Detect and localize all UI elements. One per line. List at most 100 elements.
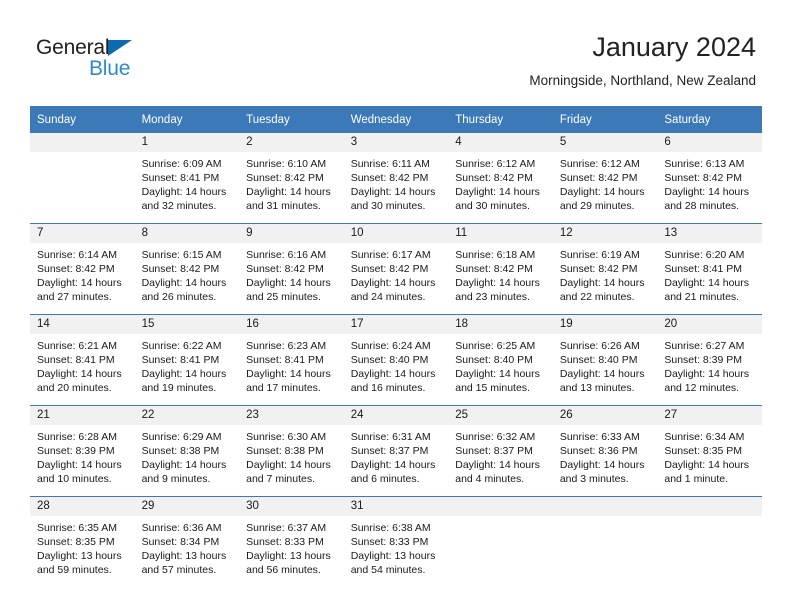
day-number: 3 — [343, 133, 449, 152]
calendar-day-cell[interactable]: 26 Sunrise: 6:33 AM Sunset: 8:36 PM Dayligh… — [552, 405, 658, 497]
daylight-text-line1: Daylight: 14 hours — [37, 459, 122, 471]
day-details: Sunrise: 6:13 AM Sunset: 8:42 PM Daylight:… — [657, 152, 762, 213]
day-number: 7 — [30, 224, 135, 243]
daylight-text-line1: Daylight: 14 hours — [350, 186, 436, 198]
calendar-day-cell[interactable]: 15 Sunrise: 6:22 AM Sunset: 8:41 PM Dayligh… — [134, 314, 240, 406]
calendar-day-cell[interactable]: 14 Sunrise: 6:21 AM Sunset: 8:41 PM Dayligh… — [30, 314, 135, 406]
day-number: 25 — [448, 406, 553, 425]
day-details: Sunrise: 6:21 AM Sunset: 8:41 PM Daylight:… — [30, 334, 135, 395]
day-details: Sunrise: 6:27 AM Sunset: 8:39 PM Daylight:… — [657, 334, 762, 395]
calendar-day-cell[interactable]: 24 Sunrise: 6:31 AM Sunset: 8:37 PM Dayligh… — [343, 405, 449, 497]
calendar-day-cell[interactable]: 7 Sunrise: 6:14 AM Sunset: 8:42 PM Daylight… — [30, 223, 135, 315]
sunset-text: Sunset: 8:42 PM — [559, 263, 638, 275]
calendar-day-cell[interactable]: 21 Sunrise: 6:28 AM Sunset: 8:39 PM Dayligh… — [30, 405, 135, 497]
calendar-day-cell[interactable]: 18 Sunrise: 6:25 AM Sunset: 8:40 PM Dayligh… — [448, 314, 553, 406]
sunrise-text: Sunrise: 6:21 AM — [37, 340, 117, 352]
calendar-day-cell[interactable]: 11 Sunrise: 6:18 AM Sunset: 8:42 PM Dayligh… — [448, 223, 553, 315]
daylight-text-line2: and 16 minutes. — [350, 382, 426, 394]
day-details: Sunrise: 6:09 AM Sunset: 8:41 PM Daylight:… — [135, 152, 240, 213]
calendar-day-cell[interactable]: 4 Sunrise: 6:12 AM Sunset: 8:42 PM Daylight… — [448, 133, 553, 224]
calendar-day-cell[interactable]: 16 Sunrise: 6:23 AM Sunset: 8:41 PM Dayligh… — [239, 314, 344, 406]
calendar-day-cell[interactable]: 28 Sunrise: 6:35 AM Sunset: 8:35 PM Dayligh… — [30, 496, 135, 587]
calendar-day-cell[interactable]: 12 Sunrise: 6:19 AM Sunset: 8:42 PM Dayligh… — [552, 223, 658, 315]
daylight-text-line2: and 22 minutes. — [559, 291, 635, 303]
daylight-text-line1: Daylight: 14 hours — [559, 368, 645, 380]
calendar-day-cell[interactable]: 9 Sunrise: 6:16 AM Sunset: 8:42 PM Daylight… — [239, 223, 344, 315]
sunset-text: Sunset: 8:42 PM — [141, 263, 220, 275]
sunset-text: Sunset: 8:34 PM — [141, 536, 220, 548]
sunset-text: Sunset: 8:42 PM — [350, 263, 429, 275]
calendar-body: 1 Sunrise: 6:09 AM Sunset: 8:41 PM Daylight… — [30, 133, 762, 587]
sunset-text: Sunset: 8:40 PM — [350, 354, 429, 366]
sunrise-text: Sunrise: 6:35 AM — [37, 522, 117, 534]
sunrise-text: Sunrise: 6:18 AM — [455, 249, 536, 261]
calendar-day-cell[interactable]: 2 Sunrise: 6:10 AM Sunset: 8:42 PM Daylight… — [239, 133, 344, 224]
daylight-text-line2: and 32 minutes. — [141, 200, 217, 212]
sunrise-text: Sunrise: 6:20 AM — [664, 249, 745, 261]
day-number: 4 — [448, 133, 553, 152]
calendar-day-cell[interactable]: 8 Sunrise: 6:15 AM Sunset: 8:42 PM Daylight… — [134, 223, 240, 315]
calendar-day-cell[interactable]: 23 Sunrise: 6:30 AM Sunset: 8:38 PM Dayligh… — [239, 405, 344, 497]
daylight-text-line1: Daylight: 14 hours — [664, 459, 750, 471]
calendar-day-cell[interactable]: 30 Sunrise: 6:37 AM Sunset: 8:33 PM Dayligh… — [239, 496, 344, 587]
day-details: Sunrise: 6:35 AM Sunset: 8:35 PM Daylight:… — [30, 516, 135, 577]
calendar-day-cell[interactable]: 22 Sunrise: 6:29 AM Sunset: 8:38 PM Dayligh… — [134, 405, 240, 497]
sunrise-text: Sunrise: 6:28 AM — [37, 431, 117, 443]
daylight-text-line1: Daylight: 14 hours — [246, 459, 331, 471]
sunrise-text: Sunrise: 6:12 AM — [559, 158, 640, 170]
calendar-day-cell[interactable]: 6 Sunrise: 6:13 AM Sunset: 8:42 PM Daylight… — [657, 133, 762, 224]
sunrise-text: Sunrise: 6:19 AM — [559, 249, 640, 261]
sunrise-text: Sunrise: 6:33 AM — [559, 431, 640, 443]
calendar-day-cell[interactable]: 20 Sunrise: 6:27 AM Sunset: 8:39 PM Dayligh… — [657, 314, 762, 406]
daylight-text-line1: Daylight: 14 hours — [141, 186, 227, 198]
calendar-day-cell[interactable]: 25 Sunrise: 6:32 AM Sunset: 8:37 PM Dayligh… — [448, 405, 553, 497]
daylight-text-line1: Daylight: 14 hours — [246, 277, 331, 289]
calendar-day-cell[interactable]: 29 Sunrise: 6:36 AM Sunset: 8:34 PM Dayligh… — [134, 496, 240, 587]
daylight-text-line2: and 59 minutes. — [37, 564, 112, 576]
weekday-header-friday: Friday — [552, 106, 658, 133]
day-number: 1 — [134, 133, 240, 152]
day-number: 11 — [448, 224, 553, 243]
calendar-day-cell[interactable]: 31 Sunrise: 6:38 AM Sunset: 8:33 PM Dayligh… — [343, 496, 449, 587]
calendar-day-cell[interactable]: 13 Sunrise: 6:20 AM Sunset: 8:41 PM Dayligh… — [657, 223, 762, 315]
calendar-day-cell[interactable]: 1 Sunrise: 6:09 AM Sunset: 8:41 PM Daylight… — [134, 133, 240, 224]
calendar-day-cell[interactable]: 17 Sunrise: 6:24 AM Sunset: 8:40 PM Dayligh… — [343, 314, 449, 406]
day-number: 23 — [239, 406, 344, 425]
brand-name-blue: Blue — [89, 57, 131, 80]
sunrise-text: Sunrise: 6:11 AM — [350, 158, 430, 170]
triangle-icon — [108, 40, 132, 56]
day-details: Sunrise: 6:32 AM Sunset: 8:37 PM Daylight:… — [448, 425, 553, 486]
day-details: Sunrise: 6:22 AM Sunset: 8:41 PM Daylight:… — [135, 334, 240, 395]
day-details: Sunrise: 6:38 AM Sunset: 8:33 PM Daylight:… — [344, 516, 449, 577]
calendar-day-cell[interactable]: 19 Sunrise: 6:26 AM Sunset: 8:40 PM Dayligh… — [552, 314, 658, 406]
daylight-text-line1: Daylight: 14 hours — [455, 186, 540, 198]
day-number — [552, 497, 658, 516]
day-number: 12 — [552, 224, 658, 243]
sunset-text: Sunset: 8:35 PM — [37, 536, 115, 548]
sunset-text: Sunset: 8:35 PM — [664, 445, 743, 457]
sunrise-text: Sunrise: 6:37 AM — [246, 522, 327, 534]
day-details: Sunrise: 6:12 AM Sunset: 8:42 PM Daylight:… — [448, 152, 553, 213]
sunrise-text: Sunrise: 6:12 AM — [455, 158, 536, 170]
daylight-text-line1: Daylight: 14 hours — [246, 368, 331, 380]
sunset-text: Sunset: 8:41 PM — [141, 354, 220, 366]
title-block: January 2024 Morningside, Northland, New… — [529, 30, 756, 91]
day-number: 24 — [343, 406, 449, 425]
calendar-day-cell[interactable]: 27 Sunrise: 6:34 AM Sunset: 8:35 PM Dayligh… — [657, 405, 762, 497]
calendar-day-cell[interactable]: 3 Sunrise: 6:11 AM Sunset: 8:42 PM Daylight… — [343, 133, 449, 224]
daylight-text-line2: and 31 minutes. — [246, 200, 321, 212]
daylight-text-line1: Daylight: 13 hours — [37, 550, 122, 562]
calendar-day-cell[interactable]: 10 Sunrise: 6:17 AM Sunset: 8:42 PM Dayligh… — [343, 223, 449, 315]
calendar-day-cell[interactable]: 5 Sunrise: 6:12 AM Sunset: 8:42 PM Daylight… — [552, 133, 658, 224]
sunset-text: Sunset: 8:41 PM — [37, 354, 115, 366]
sunset-text: Sunset: 8:42 PM — [455, 172, 533, 184]
weekday-header-sunday: Sunday — [30, 106, 135, 133]
sunset-text: Sunset: 8:42 PM — [350, 172, 429, 184]
daylight-text-line1: Daylight: 14 hours — [455, 277, 540, 289]
day-number: 27 — [657, 406, 762, 425]
sunrise-text: Sunrise: 6:13 AM — [664, 158, 745, 170]
day-number: 19 — [552, 315, 658, 334]
sunset-text: Sunset: 8:38 PM — [246, 445, 324, 457]
daylight-text-line2: and 54 minutes. — [350, 564, 426, 576]
day-details: Sunrise: 6:26 AM Sunset: 8:40 PM Daylight:… — [553, 334, 658, 395]
